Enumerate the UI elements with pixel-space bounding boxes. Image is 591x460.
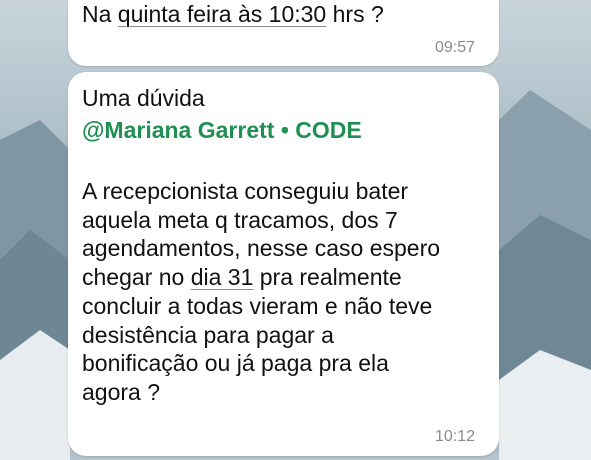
message-text: A recepcionista conseguiu bater aquela m… xyxy=(82,178,441,405)
message-text: Na quinta feira às 10:30 hrs ? xyxy=(82,1,384,27)
message-timestamp: 09:57 xyxy=(434,39,475,56)
message-title: Uma dúvida xyxy=(82,85,205,111)
message-timestamp: 10:12 xyxy=(434,428,475,445)
message-bubble[interactable]: Uma dúvida @Mariana Garrett • CODE A rec… xyxy=(68,72,499,456)
date-link[interactable]: dia 31 xyxy=(191,264,254,290)
date-link[interactable]: quinta feira às 10:30 xyxy=(118,1,326,27)
message-bubble[interactable]: Na quinta feira às 10:30 hrs ? 09:57 xyxy=(68,0,499,66)
mention-link[interactable]: @Mariana Garrett • CODE xyxy=(82,116,362,145)
